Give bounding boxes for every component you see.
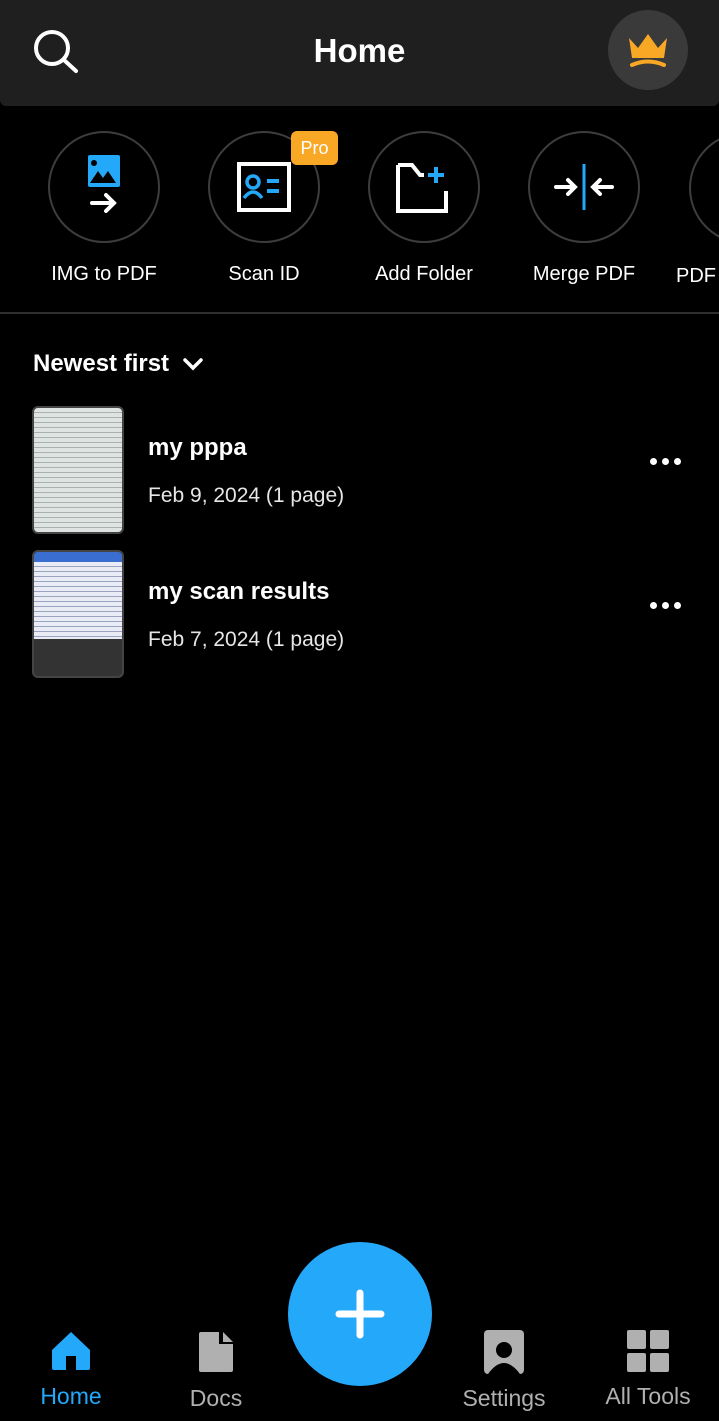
- nav-home[interactable]: Home: [1, 1330, 141, 1410]
- tool-merge-pdf[interactable]: Merge PDF: [504, 131, 664, 286]
- merge-icon: [554, 164, 614, 210]
- premium-button[interactable]: [608, 10, 688, 90]
- tool-img-to-pdf[interactable]: IMG to PDF: [24, 131, 184, 286]
- tools-row: IMG to PDF Scan ID Add Folder Merge PDF …: [0, 131, 719, 301]
- sort-dropdown[interactable]: Newest first: [33, 350, 203, 378]
- nav-settings[interactable]: Settings: [434, 1330, 574, 1412]
- plus-icon: [335, 1289, 385, 1339]
- more-options-icon[interactable]: [650, 602, 681, 609]
- grid-icon: [627, 1330, 669, 1372]
- divider: [0, 312, 719, 314]
- document-item[interactable]: my pppa Feb 9, 2024 (1 page): [0, 406, 719, 536]
- home-icon: [52, 1332, 90, 1370]
- document-icon: [199, 1332, 233, 1372]
- pro-badge: Pro: [291, 131, 338, 165]
- nav-all-tools[interactable]: All Tools: [578, 1330, 718, 1410]
- nav-docs[interactable]: Docs: [146, 1330, 286, 1412]
- document-item[interactable]: my scan results Feb 7, 2024 (1 page): [0, 550, 719, 680]
- tool-pdf[interactable]: PDF: [672, 131, 719, 288]
- document-thumbnail: [32, 550, 124, 678]
- app-header: Home: [0, 0, 719, 106]
- id-card-icon: [237, 162, 291, 212]
- tool-circle-partial: [689, 138, 719, 238]
- image-to-pdf-icon: [88, 155, 120, 213]
- add-button[interactable]: [288, 1242, 432, 1386]
- tool-add-folder[interactable]: Add Folder: [344, 131, 504, 286]
- profile-icon: [484, 1330, 524, 1374]
- document-thumbnail: [32, 406, 124, 534]
- more-options-icon[interactable]: [650, 458, 681, 465]
- crown-icon: [629, 34, 667, 67]
- add-folder-icon: [396, 163, 448, 213]
- chevron-down-icon: [183, 358, 203, 371]
